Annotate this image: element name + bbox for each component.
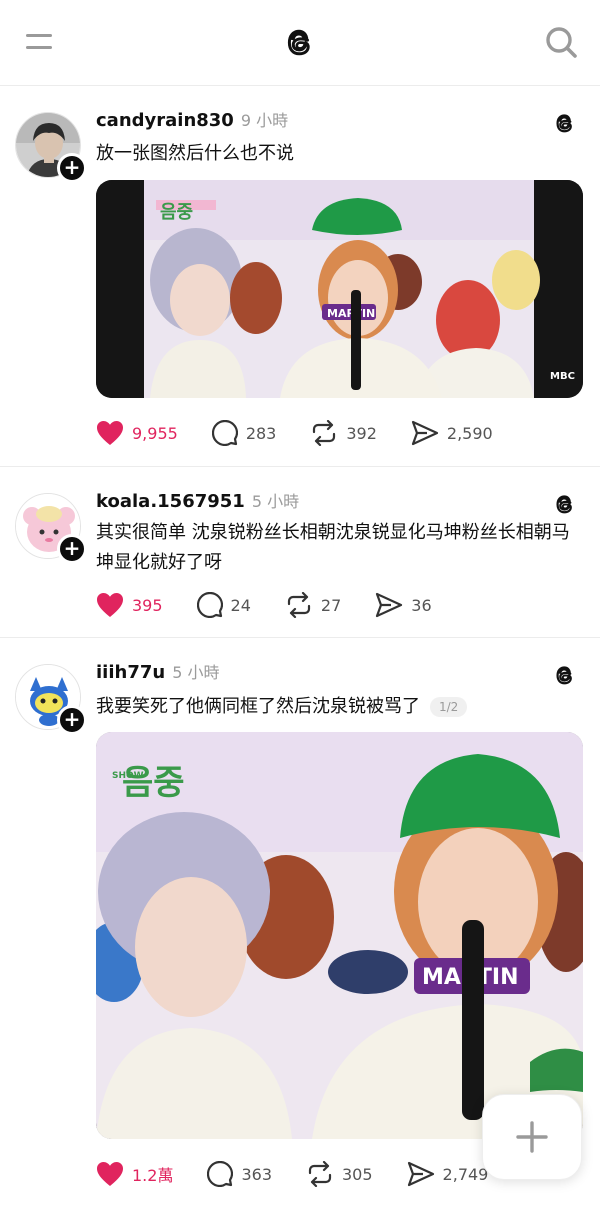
repost-button[interactable]: 27 [285, 592, 341, 618]
threads-icon[interactable] [551, 490, 579, 518]
share-button[interactable]: 2,749 [407, 1161, 489, 1187]
repost-count: 305 [342, 1164, 373, 1184]
comment-count: 363 [241, 1164, 272, 1184]
show-logo-text: 음중 [122, 763, 185, 803]
post-text: 放一张图然后什么也不说 [96, 143, 294, 164]
avatar-wrap: + [15, 664, 87, 735]
repost-count: 27 [320, 595, 342, 615]
search-icon[interactable] [543, 24, 579, 60]
avatar-wrap: + [15, 112, 87, 183]
post-image[interactable]: 음중 SHOW MARTIN [96, 732, 583, 1139]
heart-icon [97, 421, 123, 445]
username[interactable]: koala.1567951 [96, 491, 245, 512]
post-text: 其实很简单 沈泉锐粉丝长相朝沈泉锐显化马坤粉丝长相朝马坤显化就好了呀 [96, 522, 570, 573]
threads-logo[interactable] [280, 22, 320, 62]
show-text: SHOW [112, 771, 144, 781]
heart-icon [97, 593, 123, 617]
repost-icon [308, 1161, 332, 1187]
comment-button[interactable]: 363 [207, 1161, 272, 1187]
follow-button[interactable]: + [57, 534, 87, 564]
show-logo-text: 음중 [160, 202, 193, 223]
repost-icon [287, 592, 311, 618]
threads-icon[interactable] [551, 109, 579, 137]
share-count: 36 [411, 595, 432, 615]
post-actions: 395 24 27 36 [96, 590, 466, 620]
post-image[interactable]: 음중 MARTIN MBC [96, 180, 583, 398]
post-time: 5 小時 [172, 663, 220, 682]
hamburger-icon[interactable] [26, 30, 54, 52]
send-icon [376, 592, 403, 618]
plus-icon [516, 1121, 548, 1153]
post-actions: 1.2萬 363 305 2,749 [96, 1159, 522, 1189]
post-time: 5 小時 [251, 492, 300, 511]
comment-button[interactable]: 283 [211, 420, 277, 446]
share-count: 2,590 [446, 423, 493, 443]
comment-button[interactable]: 24 [196, 592, 251, 618]
post-text: 我要笑死了他俩同框了然后沈泉锐被骂了 1/2 [96, 692, 576, 722]
username[interactable]: candyrain830 [96, 110, 234, 131]
post-2: + koala.1567951 5 小時 其实很简单 沈泉锐粉丝长相朝沈泉锐显化… [0, 468, 600, 638]
like-count: 395 [132, 595, 163, 615]
repost-icon [313, 420, 336, 446]
post-meta: iiih77u 5 小時 [96, 659, 219, 689]
like-button[interactable]: 1.2萬 [96, 1161, 173, 1187]
like-count: 1.2萬 [132, 1166, 174, 1185]
username[interactable]: iiih77u [96, 662, 165, 683]
share-button[interactable]: 36 [375, 592, 432, 618]
share-count: 2,749 [442, 1164, 489, 1184]
avatar-wrap: + [15, 493, 87, 564]
post-meta: candyrain830 9 小時 [96, 107, 288, 137]
post-1: + candyrain830 9 小時 放一张图然后什么也不说 음중 MBC 9… [0, 87, 600, 467]
new-post-button[interactable] [482, 1094, 582, 1180]
broadcaster-text: MBC [550, 371, 575, 382]
follow-button[interactable]: + [57, 705, 87, 735]
comment-count: 283 [245, 423, 277, 443]
heart-icon [97, 1162, 123, 1186]
like-button[interactable]: 9,955 [96, 420, 178, 446]
follow-button[interactable]: + [57, 153, 87, 183]
image-pager: 1/2 [430, 697, 468, 717]
comment-count: 24 [230, 595, 251, 615]
repost-button[interactable]: 392 [310, 420, 377, 446]
repost-button[interactable]: 305 [306, 1161, 373, 1187]
like-count: 9,955 [132, 423, 178, 443]
post-time: 9 小時 [240, 111, 289, 130]
threads-icon[interactable] [551, 661, 579, 689]
top-bar [0, 0, 600, 86]
post-meta: koala.1567951 5 小時 [96, 488, 299, 518]
send-icon [407, 1161, 434, 1187]
repost-count: 392 [346, 423, 377, 443]
post-actions: 9,955 283 392 2,590 [96, 418, 527, 448]
post-text-content: 我要笑死了他俩同框了然后沈泉锐被骂了 [96, 696, 420, 717]
share-button[interactable]: 2,590 [411, 420, 493, 446]
comment-icon [207, 1161, 234, 1187]
send-icon [411, 420, 439, 446]
like-button[interactable]: 395 [96, 592, 163, 618]
comment-icon [196, 592, 223, 618]
comment-icon [211, 420, 238, 446]
